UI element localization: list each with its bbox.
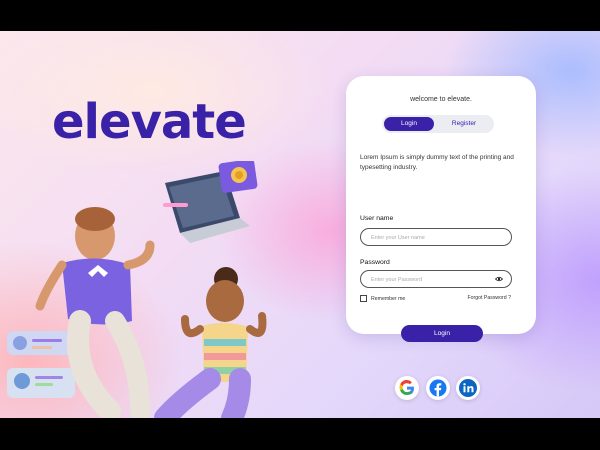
page-background: elevate welcome to elevate. Login Regist… <box>0 31 600 418</box>
password-placeholder: Enter your Password <box>371 277 423 283</box>
tab-login[interactable]: Login <box>384 117 434 131</box>
linkedin-icon <box>459 379 477 397</box>
remember-checkbox[interactable] <box>360 295 367 302</box>
camera-illustration <box>218 161 258 193</box>
hero-illustration <box>7 161 267 418</box>
google-button[interactable] <box>395 376 419 400</box>
login-button[interactable]: Login <box>401 325 483 342</box>
password-label: Password <box>360 259 390 266</box>
remember-label: Remember me <box>371 295 406 302</box>
username-input[interactable]: Enter your User name <box>360 228 512 246</box>
facebook-button[interactable] <box>426 376 450 400</box>
username-label: User name <box>360 215 394 222</box>
description-text: Lorem Ipsum is simply dummy text of the … <box>360 154 514 171</box>
forgot-password-link[interactable]: Forgot Password ? <box>467 295 511 301</box>
girl-illustration <box>154 267 267 418</box>
welcome-text: welcome to elevate. <box>410 96 472 103</box>
google-icon <box>399 379 414 396</box>
eye-icon[interactable] <box>495 276 503 282</box>
facebook-icon <box>429 379 447 397</box>
ui-card-illustrations <box>7 331 75 398</box>
remember-me[interactable]: Remember me <box>360 295 405 302</box>
brand-logo: elevate <box>52 94 247 150</box>
auth-tabs: Login Register <box>382 115 494 133</box>
tab-register[interactable]: Register <box>436 115 492 133</box>
password-input[interactable]: Enter your Password <box>360 270 512 288</box>
login-card: welcome to elevate. Login Register Lorem… <box>346 76 536 342</box>
linkedin-button[interactable] <box>456 376 480 400</box>
